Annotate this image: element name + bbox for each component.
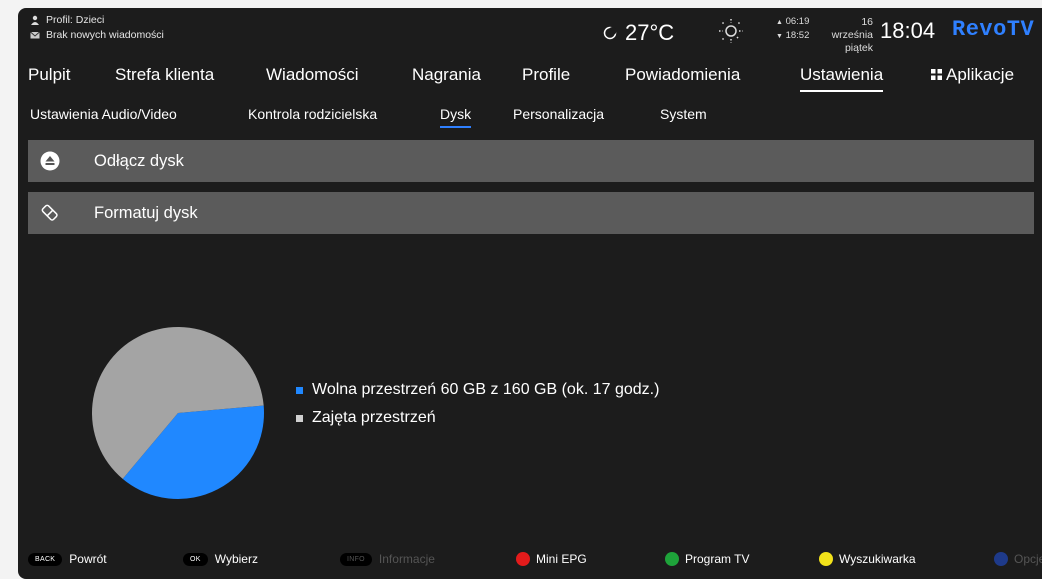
profile-label: Profil: Dzieci (46, 14, 105, 26)
brand-logo: RevoTV (952, 17, 1035, 42)
legend-swatch-used (296, 414, 303, 422)
nav-powiadomienia[interactable]: Powiadomienia (625, 65, 740, 85)
nav-wiadomosci[interactable]: Wiadomości (266, 65, 359, 85)
mail-icon (30, 31, 40, 39)
messages-label: Brak nowych wiadomości (46, 29, 164, 41)
nav-strefa-klienta[interactable]: Strefa klienta (115, 65, 214, 85)
green-hint[interactable]: Program TV (665, 552, 749, 566)
nav-nagrania[interactable]: Nagrania (412, 65, 481, 85)
date-day: 16 września (831, 16, 873, 41)
sunset-row: ▼ 18:52 (776, 30, 810, 41)
ok-label: Wybierz (214, 552, 258, 566)
temperature: 27°C (625, 20, 675, 45)
chart-legend: Wolna przestrzeń 60 GB z 160 GB (ok. 17 … (296, 381, 659, 437)
weather-widget: 27°C (603, 18, 674, 48)
tab-personalizacja[interactable]: Personalizacja (513, 106, 604, 122)
nav-aplikacje-label: Aplikacje (946, 65, 1015, 84)
blue-label: Opcje (1014, 552, 1042, 566)
info-key: INFO (340, 552, 372, 566)
sunrise-time: 06:19 (785, 16, 810, 27)
tv-screen: Profil: Dzieci Brak nowych wiadomości 27… (18, 8, 1042, 579)
clock: 18:04 (880, 18, 936, 43)
legend-used-label: Zajęta przestrzeń (312, 409, 436, 426)
legend-free-label: Wolna przestrzeń 60 GB z 160 GB (ok. 17 … (312, 381, 660, 398)
eraser-icon (40, 203, 60, 223)
tab-system[interactable]: System (660, 106, 707, 122)
date: 16 września piątek (818, 16, 873, 55)
format-disk-label: Formatuj dysk (94, 203, 198, 222)
sunset-time: 18:52 (785, 30, 810, 41)
red-button-icon (516, 552, 530, 566)
legend-used-space: Zajęta przestrzeń (296, 409, 659, 427)
apps-icon (931, 69, 942, 80)
nav-aplikacje[interactable]: Aplikacje (931, 65, 1014, 85)
sun-times: ▲ 06:19 ▼ 18:52 (776, 15, 809, 43)
ok-hint[interactable]: OK Wybierz (183, 552, 258, 566)
footer-hints: BACK Powrót OK Wybierz INFO Informacje Mini… (18, 548, 1042, 574)
yellow-hint[interactable]: Wyszukiwarka (819, 552, 916, 566)
legend-swatch-free (296, 386, 303, 394)
ok-key: OK (183, 552, 208, 566)
profile-status: Profil: Dzieci (30, 14, 104, 26)
nav-ustawienia[interactable]: Ustawienia (800, 65, 884, 92)
legend-free-space: Wolna przestrzeń 60 GB z 160 GB (ok. 17 … (296, 381, 659, 399)
moon-icon (603, 26, 617, 40)
green-label: Program TV (685, 552, 750, 566)
info-label: Informacje (378, 552, 435, 566)
back-key: BACK (28, 552, 63, 566)
back-label: Powrót (69, 552, 107, 566)
sun-icon (719, 19, 743, 43)
blue-hint[interactable]: Opcje (994, 552, 1042, 566)
eject-disk-button[interactable]: Odłącz dysk (28, 140, 1034, 182)
red-hint[interactable]: Mini EPG (516, 552, 587, 566)
info-hint[interactable]: INFO Informacje (340, 552, 435, 566)
blue-button-icon (994, 552, 1008, 566)
eject-icon (40, 151, 60, 171)
nav-profile[interactable]: Profile (522, 65, 570, 85)
yellow-button-icon (819, 552, 833, 566)
yellow-label: Wyszukiwarka (839, 552, 916, 566)
tab-dysk[interactable]: Dysk (440, 106, 472, 128)
eject-disk-label: Odłącz dysk (94, 151, 184, 170)
disk-usage-pie-chart (92, 327, 264, 499)
messages-status: Brak nowych wiadomości (30, 29, 164, 41)
green-button-icon (665, 552, 679, 566)
profile-icon (31, 15, 39, 25)
sunrise-row: ▲ 06:19 (776, 16, 810, 27)
red-label: Mini EPG (536, 552, 587, 566)
date-weekday: piątek (844, 42, 873, 54)
nav-pulpit[interactable]: Pulpit (28, 65, 71, 85)
tab-kontrola-rodzicielska[interactable]: Kontrola rodzicielska (248, 106, 377, 122)
format-disk-button[interactable]: Formatuj dysk (28, 192, 1034, 234)
main-nav: Pulpit Strefa klienta Wiadomości Nagrani… (28, 65, 1042, 92)
back-hint[interactable]: BACK Powrót (28, 552, 107, 566)
tab-audio-video[interactable]: Ustawienia Audio/Video (30, 106, 177, 122)
